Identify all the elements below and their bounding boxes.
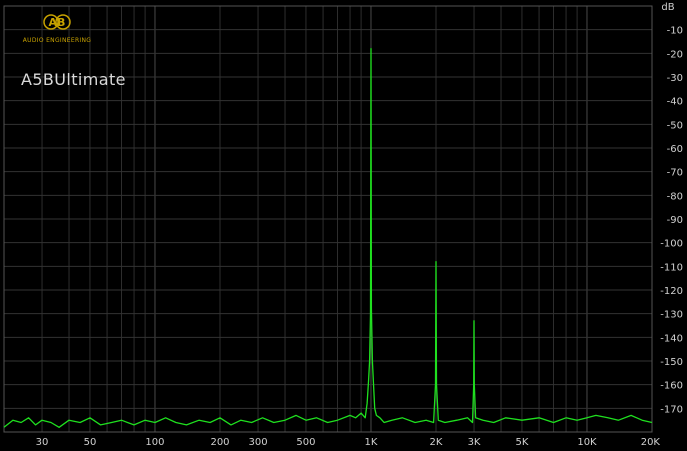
y-tick-label: -10 (667, 26, 683, 37)
brand-logo: AB AUDIO ENGINEERING (22, 12, 92, 44)
y-tick-label: -120 (660, 286, 683, 297)
y-tick-label: -50 (667, 120, 683, 131)
y-tick-label: -170 (660, 404, 683, 415)
chart-background (0, 0, 687, 451)
y-axis-unit-label: dB (661, 2, 674, 13)
y-tick-label: -60 (667, 144, 683, 155)
y-tick-label: -150 (660, 357, 683, 368)
svg-text:AB: AB (49, 16, 66, 29)
x-tick-label: 1K (365, 437, 378, 448)
y-tick-label: -140 (660, 333, 683, 344)
x-tick-label: 50 (84, 437, 97, 448)
y-tick-label: -80 (667, 191, 683, 202)
spectrum-chart: 30 50 100 200 300 500 1K 2K 3K 5K 10K 20K -10 -20 -30… (0, 0, 687, 451)
x-tick-label: 10K (577, 437, 597, 448)
y-tick-label: -20 (667, 49, 683, 60)
x-tick-label: 3K (468, 437, 481, 448)
y-tick-label: -160 (660, 381, 683, 392)
x-tick-label: 20K (641, 437, 661, 448)
y-tick-label: -70 (667, 168, 683, 179)
brand-logo-mark-icon: AB (43, 14, 71, 30)
y-tick-label: -110 (660, 262, 683, 273)
y-tick-label: -30 (667, 73, 683, 84)
x-tick-label: 5K (515, 437, 528, 448)
product-label: A5BUltimate (21, 70, 126, 89)
x-tick-label: 100 (145, 437, 164, 448)
x-tick-label: 500 (296, 437, 315, 448)
x-tick-label: 300 (248, 437, 267, 448)
y-tick-label: -90 (667, 215, 683, 226)
y-tick-label: -100 (660, 239, 683, 250)
brand-tagline: AUDIO ENGINEERING (22, 37, 92, 44)
x-tick-label: 30 (36, 437, 49, 448)
x-tick-label: 200 (210, 437, 229, 448)
y-tick-label: -130 (660, 310, 683, 321)
x-tick-label: 2K (430, 437, 443, 448)
y-tick-label: -40 (667, 97, 683, 108)
